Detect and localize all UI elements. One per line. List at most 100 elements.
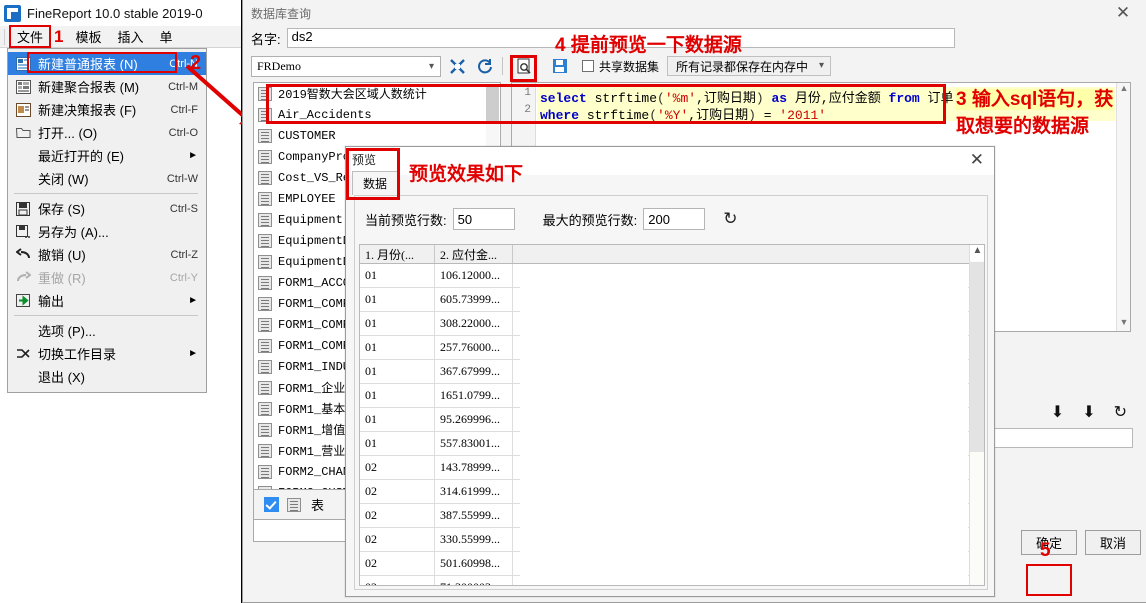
max-rows-label: 最大的预览行数:: [542, 212, 638, 228]
table-list-item[interactable]: Air_Accidents: [254, 104, 500, 125]
menu-item-save-as[interactable]: 另存为 (A)...: [8, 220, 206, 243]
annotation-text-4: 4 提前预览一下数据源: [555, 35, 742, 56]
max-rows-input[interactable]: 200: [643, 208, 706, 230]
menu-item-label: 退出 (X): [38, 370, 85, 385]
cell-month: 02: [360, 552, 435, 575]
menu-item-label: 输出: [38, 294, 65, 309]
current-rows-label: 当前预览行数:: [365, 212, 447, 228]
menu-item-close[interactable]: 关闭 (W) Ctrl-W: [8, 167, 206, 190]
table-icon: [258, 128, 272, 143]
close-icon[interactable]: ✕: [1112, 4, 1134, 22]
cell-amount: 367.67999...: [435, 360, 513, 383]
menu-item-label: 新建聚合报表 (M): [38, 80, 140, 95]
menu-item-save[interactable]: 保存 (S) Ctrl-S: [8, 197, 206, 220]
new-report-icon: [14, 56, 32, 72]
column-header-amount[interactable]: 2. 应付金...: [435, 245, 513, 263]
table-icon: [258, 212, 272, 227]
menu-item-label: 重做 (R): [38, 271, 86, 286]
table-list-item-label: 2019智数大会区域人数统计: [278, 88, 427, 102]
cancel-button[interactable]: 取消: [1085, 530, 1141, 555]
cell-amount: 257.76000...: [435, 336, 513, 359]
preview-table-scrollbar[interactable]: ▲: [969, 245, 984, 585]
annotation-number-1: 1: [54, 27, 64, 46]
table-blank-area: [520, 264, 968, 585]
blank-icon: [14, 148, 32, 164]
table-icon: [258, 359, 272, 374]
annotation-number-5: 5: [1040, 540, 1051, 561]
table-icon: [258, 107, 272, 122]
cell-amount: 501.60998...: [435, 552, 513, 575]
app-titlebar: FineReport 10.0 stable 2019-0: [0, 0, 241, 26]
menu-item-label: 选项 (P)...: [38, 324, 96, 339]
checked-icon[interactable]: [264, 497, 279, 512]
sql-token: '%Y': [657, 108, 689, 123]
dialog-title: 数据库查询: [251, 7, 312, 21]
menu-item-label: 新建普通报表 (N): [38, 57, 138, 72]
memory-option-combo[interactable]: 所有记录都保存在内存中 ▾: [667, 56, 832, 76]
table-list-item[interactable]: CUSTOMER: [254, 125, 500, 146]
menu-template[interactable]: 模板: [67, 25, 109, 48]
share-dataset-checkbox[interactable]: 共享数据集: [582, 58, 659, 75]
cell-amount: 1651.0799...: [435, 384, 513, 407]
preview-panel: 当前预览行数: 50 最大的预览行数: 200 ↻ 1. 月份(... 2. 应…: [354, 195, 988, 590]
refresh-icon[interactable]: [473, 55, 497, 77]
annotation-text-preview: 预览效果如下: [409, 164, 524, 185]
chevron-down-icon: ▾: [819, 60, 825, 71]
preview-data-table: 1. 月份(... 2. 应付金... 01 106.12000... 01 605.…: [359, 244, 985, 586]
scroll-up-icon[interactable]: ▲: [970, 245, 984, 261]
cell-amount: 330.55999...: [435, 528, 513, 551]
cell-month: 01: [360, 408, 435, 431]
refresh-icon[interactable]: ↻: [1114, 402, 1127, 422]
cell-month: 01: [360, 360, 435, 383]
table-icon: [258, 275, 272, 290]
move-up-icon[interactable]: ⬇: [1051, 402, 1064, 422]
menu-item-switch-workdir[interactable]: 切换工作目录 ►: [8, 342, 206, 365]
sql-token: 订单: [919, 91, 954, 106]
menu-insert[interactable]: 插入: [110, 25, 152, 48]
table-icon: [258, 233, 272, 248]
column-header-filler: [513, 245, 984, 263]
menu-item-options[interactable]: 选项 (P)...: [8, 319, 206, 342]
menu-file[interactable]: 文件: [9, 25, 52, 48]
table-icon: [258, 380, 272, 395]
table-list-item[interactable]: 2019智数大会区域人数统计: [254, 83, 500, 104]
cell-month: 01: [360, 384, 435, 407]
cell-amount: 308.22000...: [435, 312, 513, 335]
scroll-down-icon[interactable]: ▼: [1117, 317, 1130, 331]
menu-cell[interactable]: 单: [152, 25, 181, 48]
menu-item-exit[interactable]: 退出 (X): [8, 365, 206, 388]
edit-schema-icon[interactable]: [445, 55, 469, 77]
finereport-logo-icon: [4, 4, 21, 22]
preview-icon[interactable]: [512, 55, 536, 77]
datasource-value: FRDemo: [257, 58, 302, 73]
menu-item-export[interactable]: 输出 ►: [8, 289, 206, 312]
menu-item-recent[interactable]: 最近打开的 (E) ►: [8, 144, 206, 167]
menu-item-label: 切换工作目录: [38, 347, 117, 362]
scrollbar-thumb[interactable]: [486, 84, 499, 124]
cell-month: 01: [360, 432, 435, 455]
app-title: FineReport 10.0 stable 2019-0: [27, 5, 203, 21]
cell-month: 02: [360, 504, 435, 527]
cell-amount: 106.12000...: [435, 264, 513, 287]
menu-separator: [14, 193, 198, 194]
sql-token: =: [755, 108, 780, 123]
sql-token: strftime: [579, 108, 650, 123]
save-dataset-icon[interactable]: [548, 55, 572, 77]
sql-token: ,订购日期: [688, 108, 749, 123]
close-icon[interactable]: ✕: [970, 150, 984, 170]
blank-icon: [14, 369, 32, 385]
open-folder-icon: [14, 125, 32, 141]
memory-option-value: 所有记录都保存在内存中: [676, 59, 809, 74]
datasource-combo[interactable]: FRDemo ▾: [251, 55, 441, 77]
table-icon: [258, 296, 272, 311]
refresh-icon[interactable]: ↻: [723, 209, 737, 229]
current-rows-input[interactable]: 50: [452, 208, 515, 230]
column-header-month[interactable]: 1. 月份(...: [360, 245, 435, 263]
move-down-icon[interactable]: ⬇: [1082, 402, 1095, 422]
line-number: 1: [524, 87, 531, 99]
scrollbar-thumb[interactable]: [970, 262, 984, 452]
tab-data[interactable]: 数据: [352, 171, 399, 195]
annotation-text-3-line1: 3 输入sql语句，获: [956, 89, 1114, 110]
menu-item-undo[interactable]: 撤销 (U) Ctrl-Z: [8, 243, 206, 266]
table-icon: [258, 170, 272, 185]
